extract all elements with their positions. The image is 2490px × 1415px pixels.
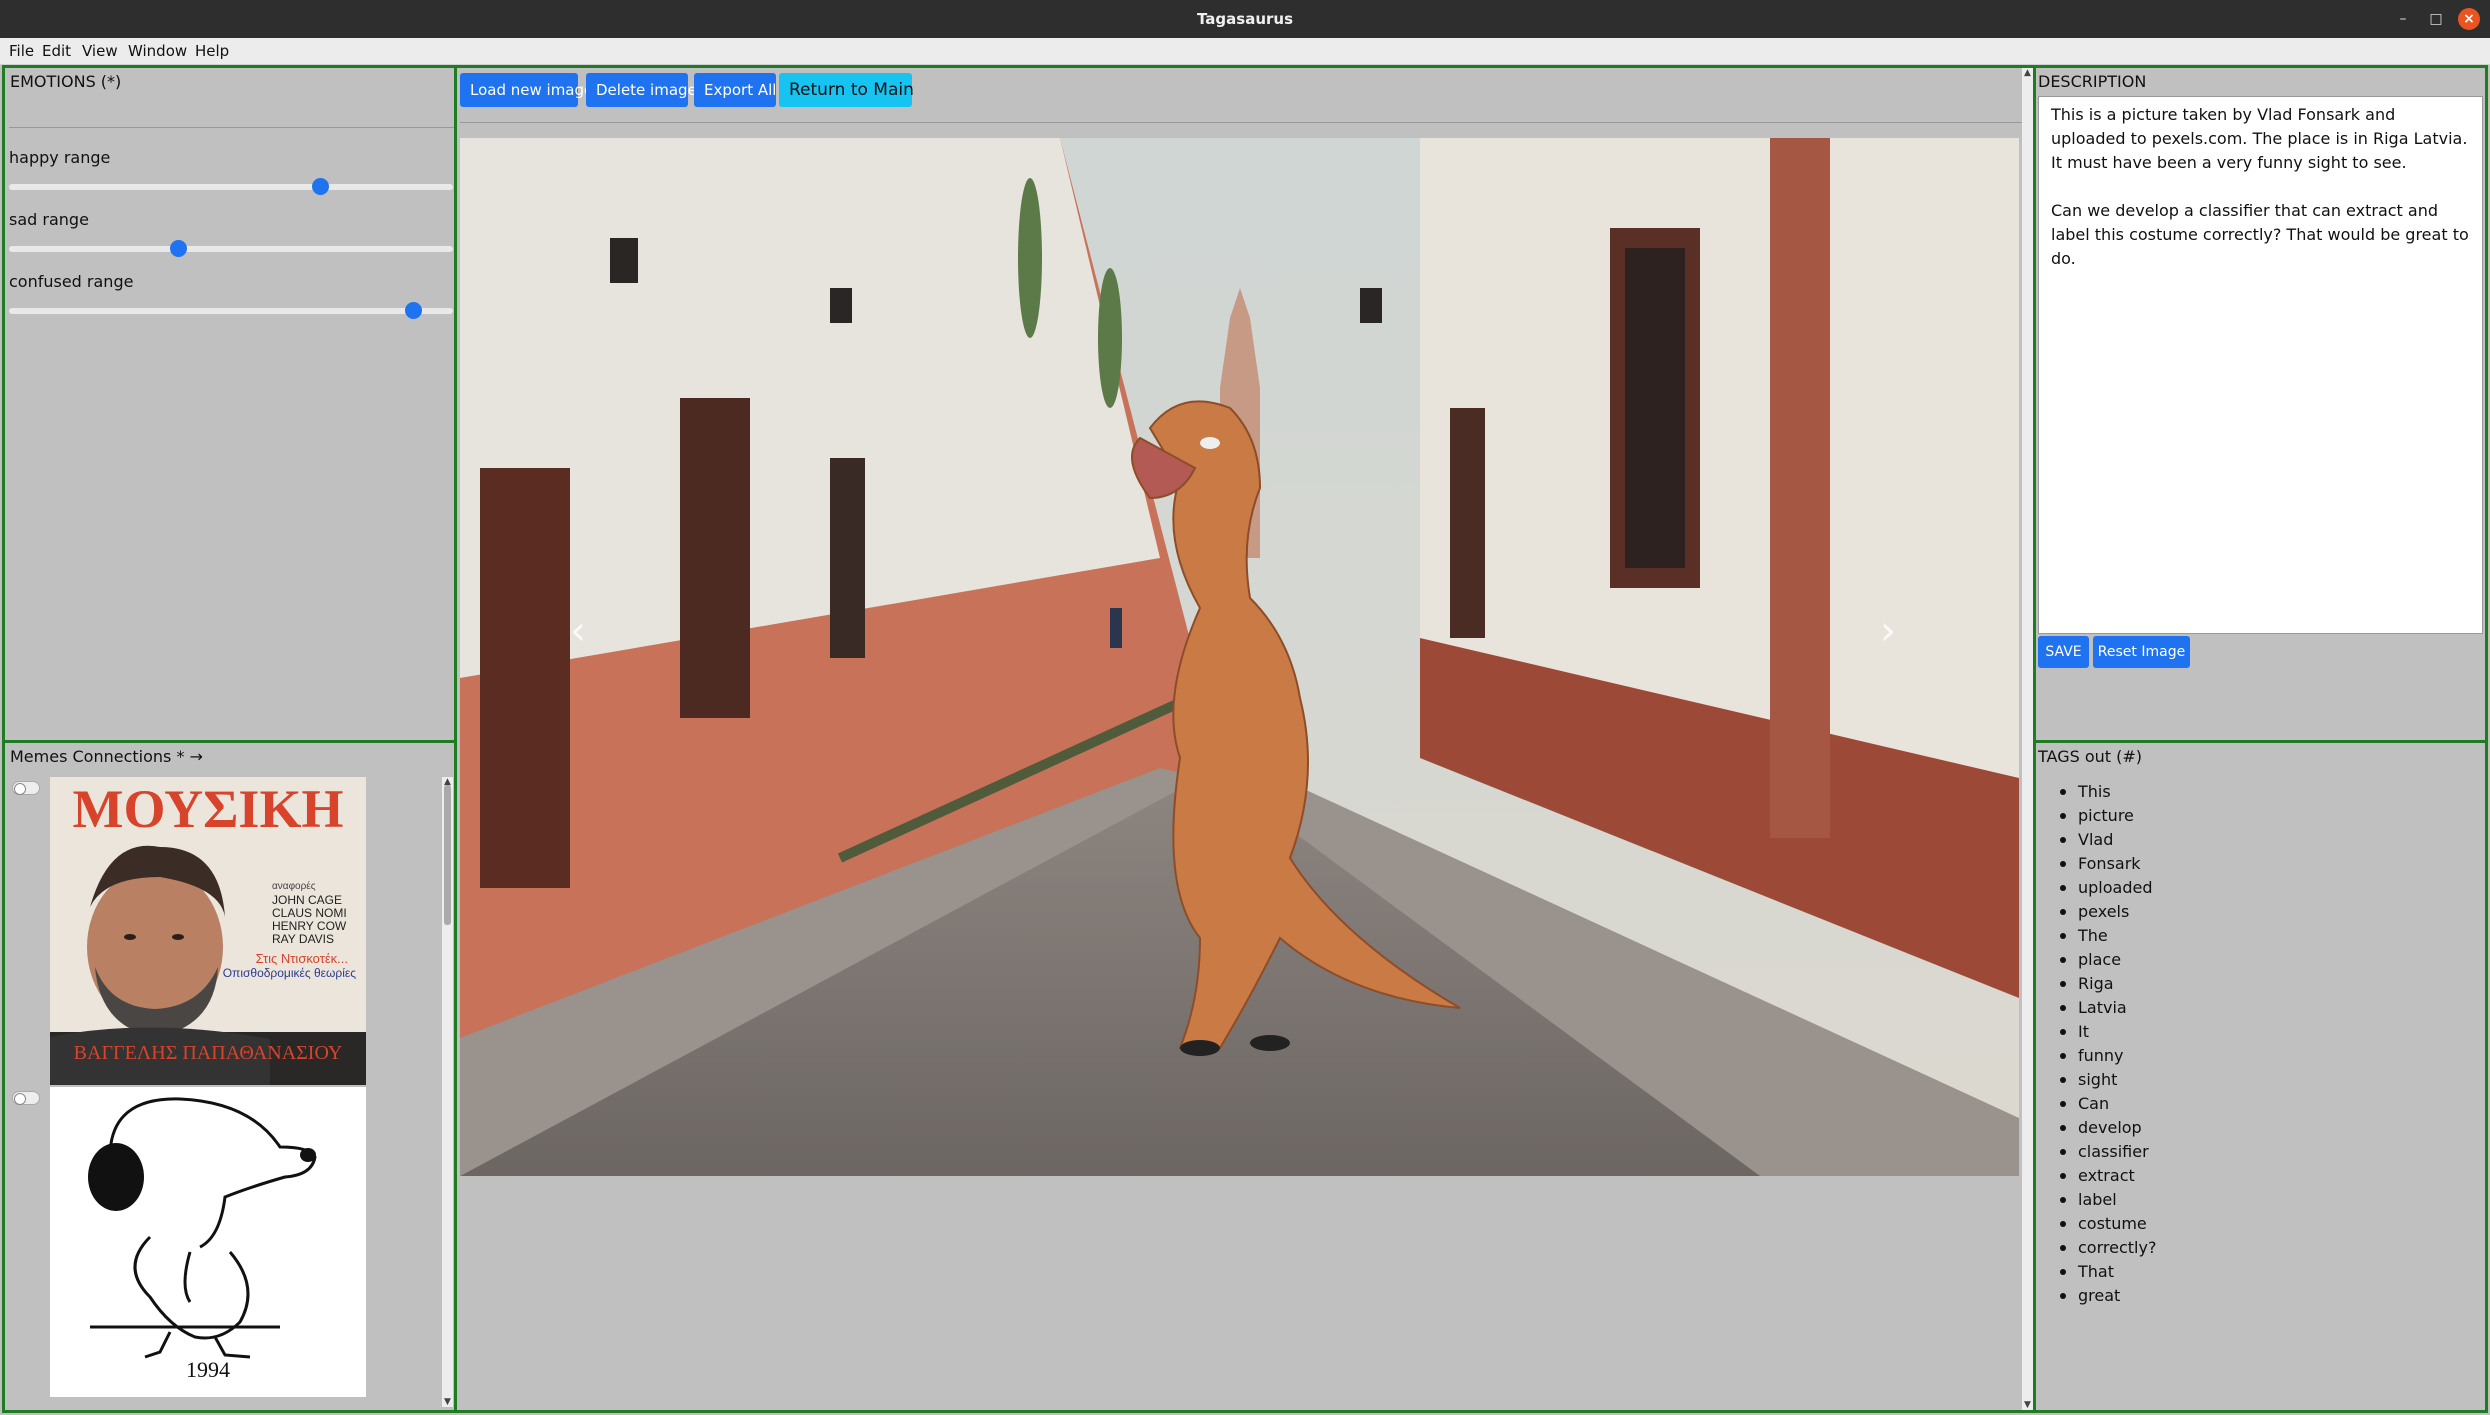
scroll-up-icon[interactable]: ▲ (2022, 68, 2033, 78)
svg-text:RAY DAVIS: RAY DAVIS (272, 932, 334, 946)
tag-item: Latvia (2059, 996, 2156, 1020)
snoopy-caption: 1994 (186, 1357, 230, 1382)
description-title: DESCRIPTION (2038, 72, 2147, 91)
center-scrollbar[interactable]: ▲ ▼ (2022, 68, 2033, 1410)
memes-panel: Memes Connections * → ΜΟΥΣΙΚΗ αναφορές J… (2, 740, 457, 1413)
divider (460, 122, 2022, 123)
emotions-panel: EMOTIONS (*) happy range sad range confu… (2, 65, 457, 743)
menu-bar: File Edit View Window Help (0, 38, 2490, 65)
svg-text:Στις Ντισκοτέκ...: Στις Ντισκοτέκ... (256, 951, 348, 966)
tag-item: uploaded (2059, 876, 2156, 900)
tag-item: Vlad (2059, 828, 2156, 852)
svg-text:αναφορές: αναφορές (272, 880, 316, 892)
meme-toggle[interactable] (12, 781, 40, 795)
confused-range-slider[interactable] (9, 302, 453, 319)
tag-item: place (2059, 948, 2156, 972)
close-icon[interactable]: × (2458, 8, 2480, 30)
save-button[interactable]: SAVE (2038, 636, 2089, 668)
meme-thumbnail-magazine[interactable]: ΜΟΥΣΙΚΗ αναφορές JOHN CAGE CLAUS NOMI HE… (50, 777, 366, 1085)
sad-range-label: sad range (9, 210, 89, 229)
svg-text:CLAUS NOMI: CLAUS NOMI (272, 906, 347, 920)
menu-help[interactable]: Help (195, 42, 229, 60)
export-all-button[interactable]: Export All (694, 73, 776, 107)
description-textarea[interactable]: This is a picture taken by Vlad Fonsark … (2038, 96, 2483, 634)
main-image: ‹ › (460, 138, 2019, 1176)
description-paragraph: This is a picture taken by Vlad Fonsark … (2051, 105, 2468, 172)
tag-item: That (2059, 1260, 2156, 1284)
chevron-right-icon[interactable]: › (1880, 608, 1896, 654)
description-panel: DESCRIPTION This is a picture taken by V… (2033, 65, 2488, 743)
chevron-left-icon[interactable]: ‹ (570, 608, 586, 654)
tag-item: label (2059, 1188, 2156, 1212)
happy-range-label: happy range (9, 148, 111, 167)
tag-item: classifier (2059, 1140, 2156, 1164)
menu-edit[interactable]: Edit (42, 42, 71, 60)
tag-item: Can (2059, 1092, 2156, 1116)
reset-image-button[interactable]: Reset Image (2093, 636, 2190, 668)
memes-scrollbar[interactable]: ▲ ▼ (442, 777, 453, 1407)
maximize-icon[interactable]: □ (2425, 8, 2447, 30)
tag-item: sight (2059, 1068, 2156, 1092)
tags-title: TAGS out (#) (2038, 747, 2143, 766)
slider-thumb[interactable] (311, 178, 329, 195)
menu-window[interactable]: Window (128, 42, 187, 60)
svg-text:JOHN CAGE: JOHN CAGE (272, 893, 342, 907)
memes-title: Memes Connections * → (10, 747, 203, 766)
tag-item: correctly? (2059, 1236, 2156, 1260)
tag-item: costume (2059, 1212, 2156, 1236)
minimize-icon[interactable]: – (2392, 8, 2414, 30)
tag-item: funny (2059, 1044, 2156, 1068)
tag-item: The (2059, 924, 2156, 948)
svg-text:ΒΑΓΓΕΛΗΣ ΠΑΠΑΘΑΝΑΣΙΟΥ: ΒΑΓΓΕΛΗΣ ΠΑΠΑΘΑΝΑΣΙΟΥ (74, 1042, 343, 1064)
scroll-down-icon[interactable]: ▼ (442, 1397, 453, 1407)
tag-item: great (2059, 1284, 2156, 1308)
magazine-masthead: ΜΟΥΣΙΚΗ (73, 779, 344, 839)
slider-thumb[interactable] (169, 240, 187, 257)
image-viewer-panel: Load new image Delete image Export All R… (454, 65, 2036, 1413)
tag-item: Fonsark (2059, 852, 2156, 876)
magazine-cover-image: ΜΟΥΣΙΚΗ αναφορές JOHN CAGE CLAUS NOMI HE… (50, 777, 366, 1085)
happy-range-slider[interactable] (9, 178, 453, 195)
svg-text:Οπισθοδρομικές θεωρίες: Οπισθοδρομικές θεωρίες (223, 966, 356, 980)
tag-item: pexels (2059, 900, 2156, 924)
sad-range-slider[interactable] (9, 240, 453, 257)
meme-toggle[interactable] (12, 1091, 40, 1105)
snoopy-drawing-image: 1994 (50, 1087, 366, 1397)
delete-image-button[interactable]: Delete image (586, 73, 697, 107)
slider-thumb[interactable] (405, 302, 423, 319)
title-bar: Tagasaurus – □ × (0, 0, 2490, 38)
tag-item: extract (2059, 1164, 2156, 1188)
meme-thumbnail-snoopy[interactable]: 1994 (50, 1087, 366, 1397)
confused-range-label: confused range (9, 272, 134, 291)
tag-item: picture (2059, 804, 2156, 828)
return-to-main-button[interactable]: Return to Main (779, 73, 914, 107)
menu-file[interactable]: File (9, 42, 34, 60)
tag-item: develop (2059, 1116, 2156, 1140)
window-title: Tagasaurus (1196, 10, 1293, 28)
tag-item: This (2059, 780, 2156, 804)
tag-item: Riga (2059, 972, 2156, 996)
load-new-image-button[interactable]: Load new image (460, 73, 593, 107)
divider (9, 127, 454, 128)
emotions-title: EMOTIONS (*) (10, 72, 122, 91)
description-paragraph: Can we develop a classifier that can ext… (2051, 201, 2469, 268)
street-dinosaur-photo (460, 138, 2019, 1176)
tags-list: This picture Vlad Fonsark uploaded pexel… (2059, 780, 2156, 1308)
tag-item: It (2059, 1020, 2156, 1044)
svg-text:HENRY COW: HENRY COW (272, 919, 347, 933)
menu-view[interactable]: View (82, 42, 118, 60)
scroll-down-icon[interactable]: ▼ (2022, 1400, 2033, 1410)
scrollbar-thumb[interactable] (444, 785, 451, 925)
tags-panel: TAGS out (#) This picture Vlad Fonsark u… (2033, 740, 2488, 1413)
